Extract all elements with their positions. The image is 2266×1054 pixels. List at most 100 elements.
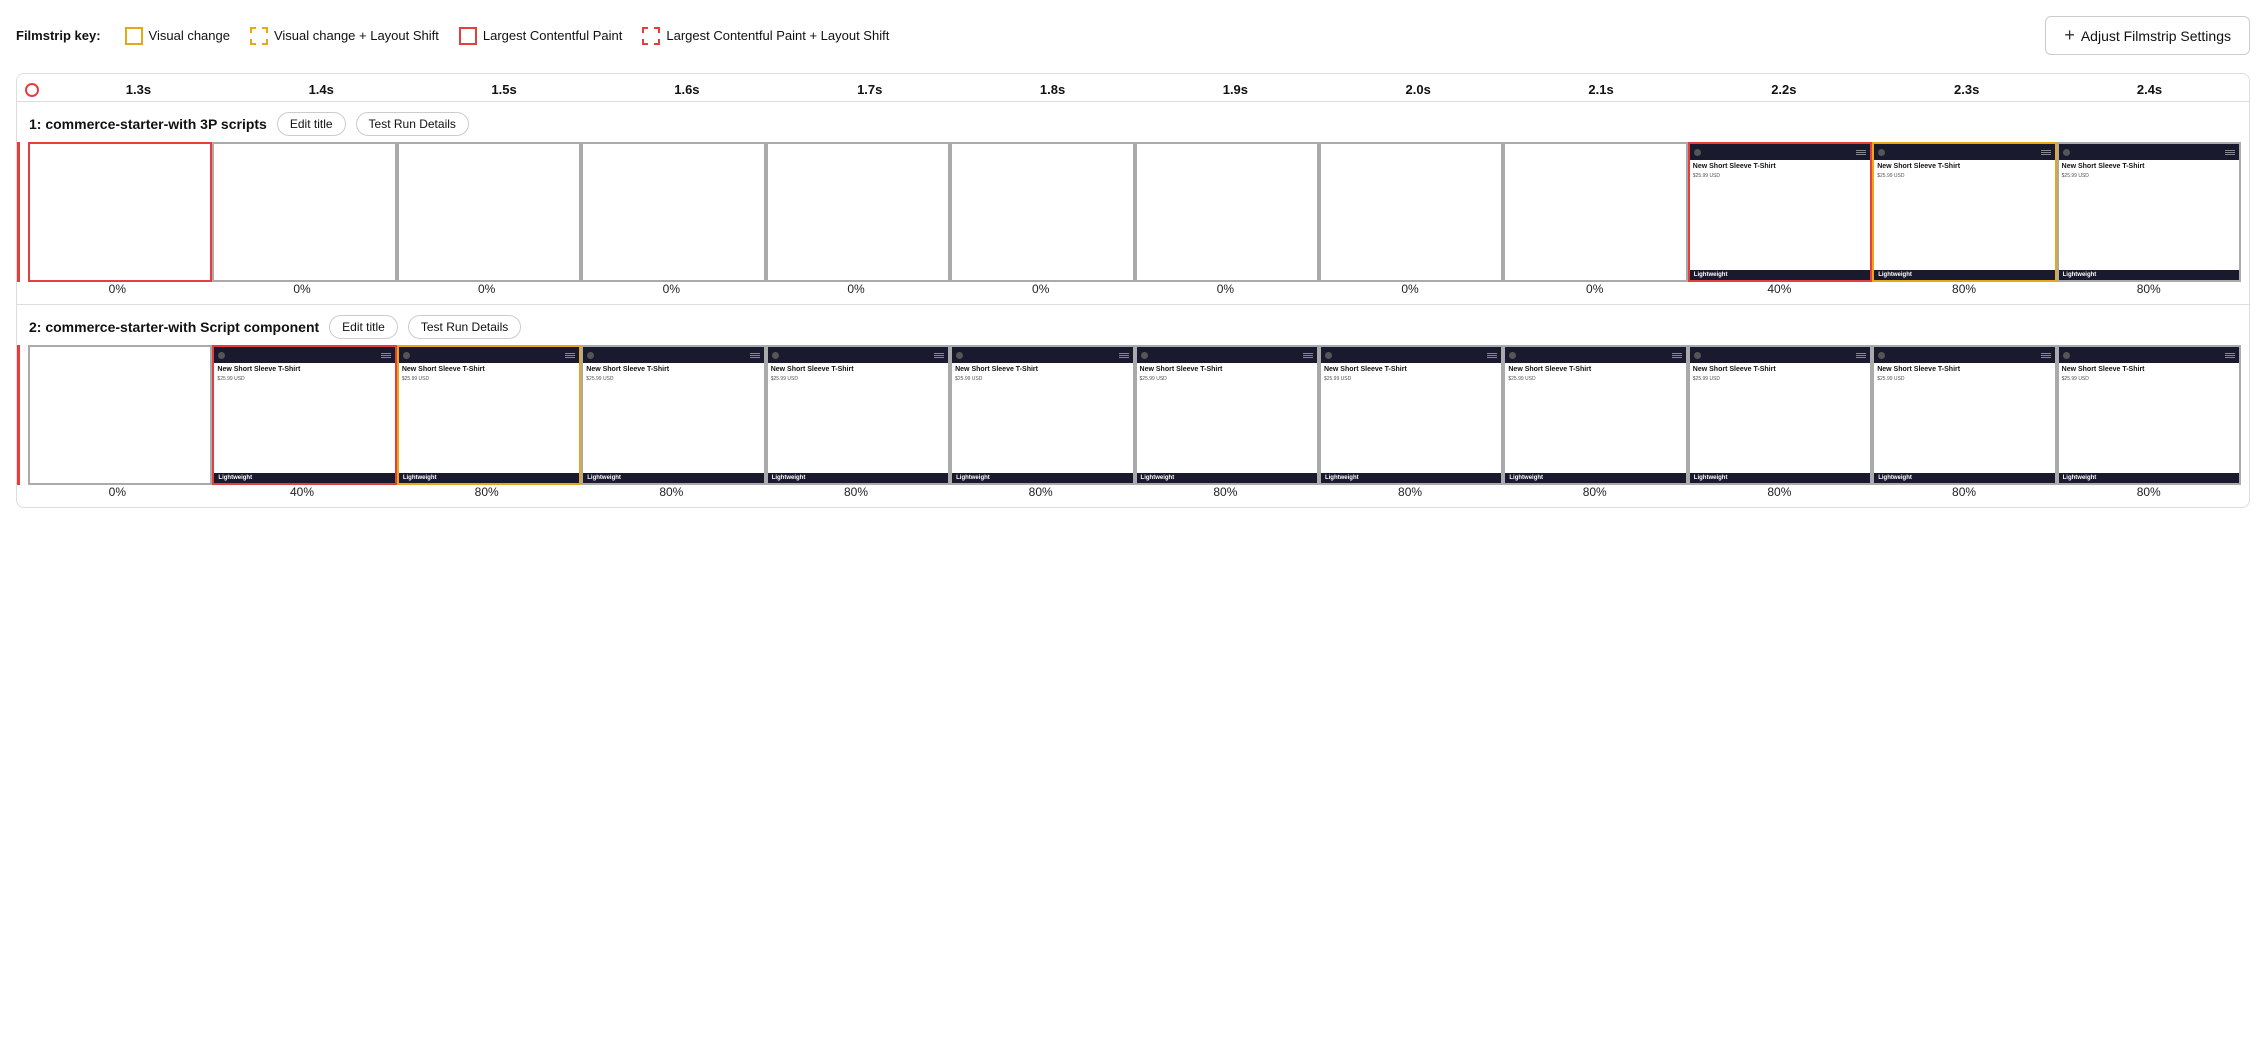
legend-label-visual-change: Visual change [149,28,230,43]
frame-img-row1-0[interactable] [28,142,212,282]
product-frame-body: New Short Sleeve T-Shirt $25.99 USD [1505,363,1685,473]
legend-icon-visual-change-layout-shift [250,27,268,45]
product-lines [1119,353,1129,358]
product-text: New Short Sleeve T-Shirt $25.99 USD [768,363,948,473]
product-frame-body: New Short Sleeve T-Shirt $25.99 USD [583,363,763,473]
product-frame-header [2059,144,2239,160]
timeline-ticks: 1.3s1.4s1.5s1.6s1.7s1.8s1.9s2.0s2.1s2.2s… [39,82,2249,97]
frame-img-row2-9[interactable]: New Short Sleeve T-Shirt $25.99 USD Ligh… [1688,345,1872,485]
product-frame-body: New Short Sleeve T-Shirt $25.99 USD [399,363,579,473]
product-text: New Short Sleeve T-Shirt $25.99 USD [1137,363,1317,473]
frame-img-row2-11[interactable]: New Short Sleeve T-Shirt $25.99 USD Ligh… [2057,345,2241,485]
product-frame-content: New Short Sleeve T-Shirt $25.99 USD Ligh… [1874,347,2054,483]
product-title: New Short Sleeve T-Shirt [955,366,1129,374]
frame-cell-row2-7: New Short Sleeve T-Shirt $25.99 USD Ligh… [1319,345,1503,485]
product-text: New Short Sleeve T-Shirt $25.99 USD [952,363,1132,473]
product-footer: Lightweight [1137,473,1317,483]
blank-frame [1321,144,1501,280]
timeline-tick-1.7s: 1.7s [778,82,961,97]
frame-cell-row1-7 [1319,142,1503,282]
legend-icon-visual-change [125,27,143,45]
frame-img-row1-2[interactable] [397,142,581,282]
blank-frame [1137,144,1317,280]
top-bar: Filmstrip key: Visual change Visual chan… [16,16,2250,55]
frame-img-row2-1[interactable]: New Short Sleeve T-Shirt $25.99 USD Ligh… [212,345,396,485]
product-frame-body: New Short Sleeve T-Shirt $25.99 USD [1874,363,2054,473]
product-dot [2063,149,2070,156]
frame-img-row2-0[interactable] [28,345,212,485]
product-dot [1141,352,1148,359]
product-frame-content: New Short Sleeve T-Shirt $25.99 USD Ligh… [1505,347,1685,483]
edit-title-button-row2[interactable]: Edit title [329,315,398,339]
blank-frame [214,144,394,280]
product-frame-header [583,347,763,363]
frame-img-row1-3[interactable] [581,142,765,282]
product-title: New Short Sleeve T-Shirt [2062,163,2236,171]
frame-cell-row1-2 [397,142,581,282]
edit-title-button-row1[interactable]: Edit title [277,112,346,136]
frame-img-row2-2[interactable]: New Short Sleeve T-Shirt $25.99 USD Ligh… [397,345,581,485]
product-frame-body: New Short Sleeve T-Shirt $25.99 USD [768,363,948,473]
percent-cell-row2-5: 80% [948,485,1133,499]
rows-container: 1: commerce-starter-with 3P scriptsEdit … [17,102,2249,499]
timeline-tick-2.4s: 2.4s [2058,82,2241,97]
test-run-details-button-row2[interactable]: Test Run Details [408,315,521,339]
product-price: $25.99 USD [1693,376,1867,382]
frame-img-row2-10[interactable]: New Short Sleeve T-Shirt $25.99 USD Ligh… [1872,345,2056,485]
product-dot [1509,352,1516,359]
frame-cell-row1-5 [950,142,1134,282]
product-frame-header [1690,144,1870,160]
product-text: New Short Sleeve T-Shirt $25.99 USD [1321,363,1501,473]
frame-img-row1-5[interactable] [950,142,1134,282]
product-lines [381,353,391,358]
percent-cell-row2-9: 80% [1687,485,1872,499]
frame-img-row1-6[interactable] [1135,142,1319,282]
percent-cell-row1-8: 0% [1502,282,1687,296]
frame-cell-row2-10: New Short Sleeve T-Shirt $25.99 USD Ligh… [1872,345,2056,485]
adjust-filmstrip-button[interactable]: + Adjust Filmstrip Settings [2045,16,2250,55]
product-lines [1856,150,1866,155]
product-frame-header [1874,144,2054,160]
frame-img-row2-8[interactable]: New Short Sleeve T-Shirt $25.99 USD Ligh… [1503,345,1687,485]
frame-img-row1-10[interactable]: New Short Sleeve T-Shirt $25.99 USD Ligh… [1872,142,2056,282]
frame-img-row1-11[interactable]: New Short Sleeve T-Shirt $25.99 USD Ligh… [2057,142,2241,282]
product-dot [1694,352,1701,359]
product-frame-content: New Short Sleeve T-Shirt $25.99 USD Ligh… [1690,347,1870,483]
product-frame-header [1874,347,2054,363]
test-run-details-button-row1[interactable]: Test Run Details [356,112,469,136]
product-text: New Short Sleeve T-Shirt $25.99 USD [2059,160,2239,270]
frame-img-row2-5[interactable]: New Short Sleeve T-Shirt $25.99 USD Ligh… [950,345,1134,485]
product-dot [772,352,779,359]
frame-img-row1-7[interactable] [1319,142,1503,282]
product-footer-label: Lightweight [218,475,252,481]
product-frame-content: New Short Sleeve T-Shirt $25.99 USD Ligh… [2059,144,2239,280]
product-footer: Lightweight [952,473,1132,483]
frame-img-row2-6[interactable]: New Short Sleeve T-Shirt $25.99 USD Ligh… [1135,345,1319,485]
product-text: New Short Sleeve T-Shirt $25.99 USD [583,363,763,473]
product-title: New Short Sleeve T-Shirt [2062,366,2236,374]
frame-img-row2-4[interactable]: New Short Sleeve T-Shirt $25.99 USD Ligh… [766,345,950,485]
percent-cell-row1-11: 80% [2056,282,2241,296]
product-frame-header [1321,347,1501,363]
product-dot [1694,149,1701,156]
product-lines [1303,353,1313,358]
product-frame-content: New Short Sleeve T-Shirt $25.99 USD Ligh… [2059,347,2239,483]
frame-img-row2-3[interactable]: New Short Sleeve T-Shirt $25.99 USD Ligh… [581,345,765,485]
product-price: $25.99 USD [402,376,576,382]
product-text: New Short Sleeve T-Shirt $25.99 USD [2059,363,2239,473]
product-frame-header [214,347,394,363]
timeline-tick-2.0s: 2.0s [1327,82,1510,97]
frame-img-row1-8[interactable] [1503,142,1687,282]
legend-prefix: Filmstrip key: [16,28,101,43]
product-price: $25.99 USD [1324,376,1498,382]
product-price: $25.99 USD [771,376,945,382]
product-lines [1856,353,1866,358]
frame-img-row2-7[interactable]: New Short Sleeve T-Shirt $25.99 USD Ligh… [1319,345,1503,485]
frame-img-row1-1[interactable] [212,142,396,282]
product-dot [218,352,225,359]
product-text: New Short Sleeve T-Shirt $25.99 USD [1874,160,2054,270]
percent-cell-row1-3: 0% [579,282,764,296]
product-price: $25.99 USD [1140,376,1314,382]
frame-img-row1-9[interactable]: New Short Sleeve T-Shirt $25.99 USD Ligh… [1688,142,1872,282]
frame-img-row1-4[interactable] [766,142,950,282]
